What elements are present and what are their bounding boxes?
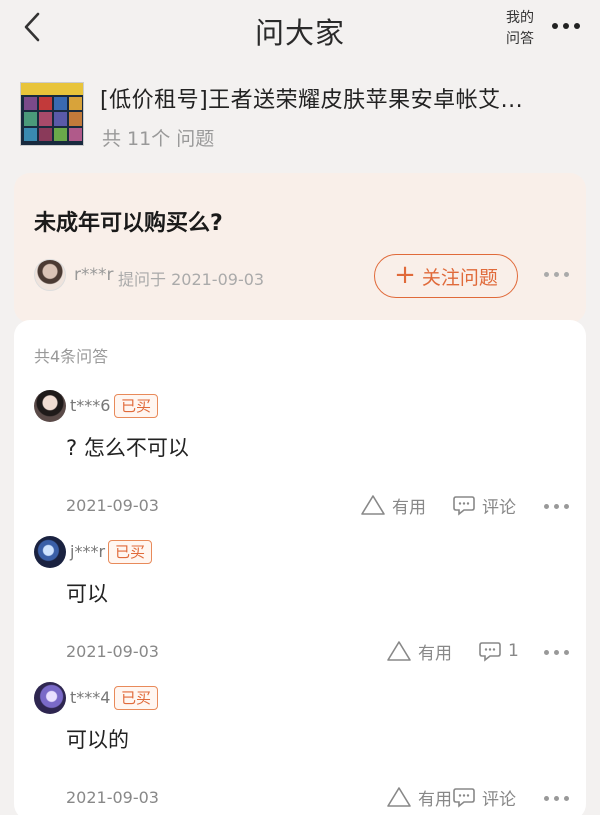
comment-label: 评论 — [482, 497, 516, 518]
question-text: 未成年可以购买么? — [34, 211, 223, 236]
asked-date: 提问于 2021-09-03 — [118, 270, 265, 289]
more-dots-icon[interactable] — [544, 504, 569, 509]
more-dots-icon[interactable] — [544, 796, 569, 801]
asker-name: r***r — [74, 265, 114, 285]
comment-label: 评论 — [482, 789, 516, 810]
triangle-outline-icon — [387, 641, 411, 661]
avatar — [34, 682, 66, 714]
follow-question-label: 关注问题 — [421, 266, 498, 289]
answer-item: t***4 已买 可以的 2021-09-03 有用 评论 — [14, 682, 586, 815]
my-questions-line-2: 问答 — [506, 31, 534, 47]
question-count: 共 11个 问题 — [102, 128, 215, 150]
helpful-button[interactable]: 有用 — [360, 490, 426, 520]
thumbnail-grid — [24, 97, 82, 141]
plus-icon: + — [394, 259, 416, 290]
answer-text: 可以的 — [66, 728, 129, 752]
answer-item: j***r 已买 可以 2021-09-03 有用 1 — [14, 536, 586, 682]
answers-panel: 共4条问答 t***6 已买 ? 怎么不可以 2021-09-03 有用 评论 … — [14, 320, 586, 815]
speech-bubble-icon — [453, 788, 475, 808]
more-dots-icon[interactable] — [544, 650, 569, 655]
product-summary[interactable]: [低价租号]王者送荣耀皮肤苹果安卓帐艾... 共 11个 问题 — [20, 80, 590, 150]
speech-bubble-icon — [453, 496, 475, 516]
triangle-outline-icon — [387, 787, 411, 807]
comment-button[interactable]: 评论 — [452, 782, 516, 812]
triangle-outline-icon — [361, 495, 385, 515]
helpful-label: 有用 — [418, 789, 452, 810]
bought-badge: 已买 — [114, 686, 159, 710]
my-questions-line-1: 我的 — [506, 10, 534, 26]
helpful-button[interactable]: 有用 — [386, 782, 452, 812]
avatar — [34, 390, 66, 422]
answer-text: ? 怎么不可以 — [66, 436, 189, 460]
answer-date: 2021-09-03 — [66, 788, 159, 807]
bought-badge: 已买 — [108, 540, 153, 564]
more-dots-icon[interactable] — [552, 23, 584, 33]
product-title: [低价租号]王者送荣耀皮肤苹果安卓帐艾... — [100, 88, 524, 113]
helpful-button[interactable]: 有用 — [386, 636, 452, 666]
speech-bubble-icon — [479, 642, 501, 662]
my-questions-link[interactable]: 我的 问答 — [498, 8, 542, 50]
follow-question-button[interactable]: + 关注问题 — [374, 254, 518, 298]
answer-date: 2021-09-03 — [66, 642, 159, 661]
answer-text: 可以 — [66, 582, 108, 606]
answer-username: t***6 — [70, 396, 111, 415]
comment-button[interactable]: 1 — [478, 636, 519, 666]
answer-item: t***6 已买 ? 怎么不可以 2021-09-03 有用 评论 — [14, 390, 586, 536]
helpful-label: 有用 — [418, 643, 452, 664]
answer-count: 共4条问答 — [34, 347, 109, 366]
asker-avatar — [34, 259, 66, 291]
product-thumbnail — [20, 82, 84, 146]
more-dots-icon[interactable] — [544, 272, 569, 277]
thumbnail-banner — [21, 83, 83, 95]
comment-count: 1 — [508, 641, 519, 661]
avatar — [34, 536, 66, 568]
top-nav-bar: 问大家 我的 问答 — [0, 0, 600, 60]
comment-button[interactable]: 评论 — [452, 490, 516, 520]
answer-username: t***4 — [70, 688, 111, 707]
helpful-label: 有用 — [392, 497, 426, 518]
answer-date: 2021-09-03 — [66, 496, 159, 515]
question-card: 未成年可以购买么? r***r 提问于 2021-09-03 + 关注问题 — [14, 173, 586, 323]
answer-username: j***r — [70, 542, 106, 561]
bought-badge: 已买 — [114, 394, 159, 418]
